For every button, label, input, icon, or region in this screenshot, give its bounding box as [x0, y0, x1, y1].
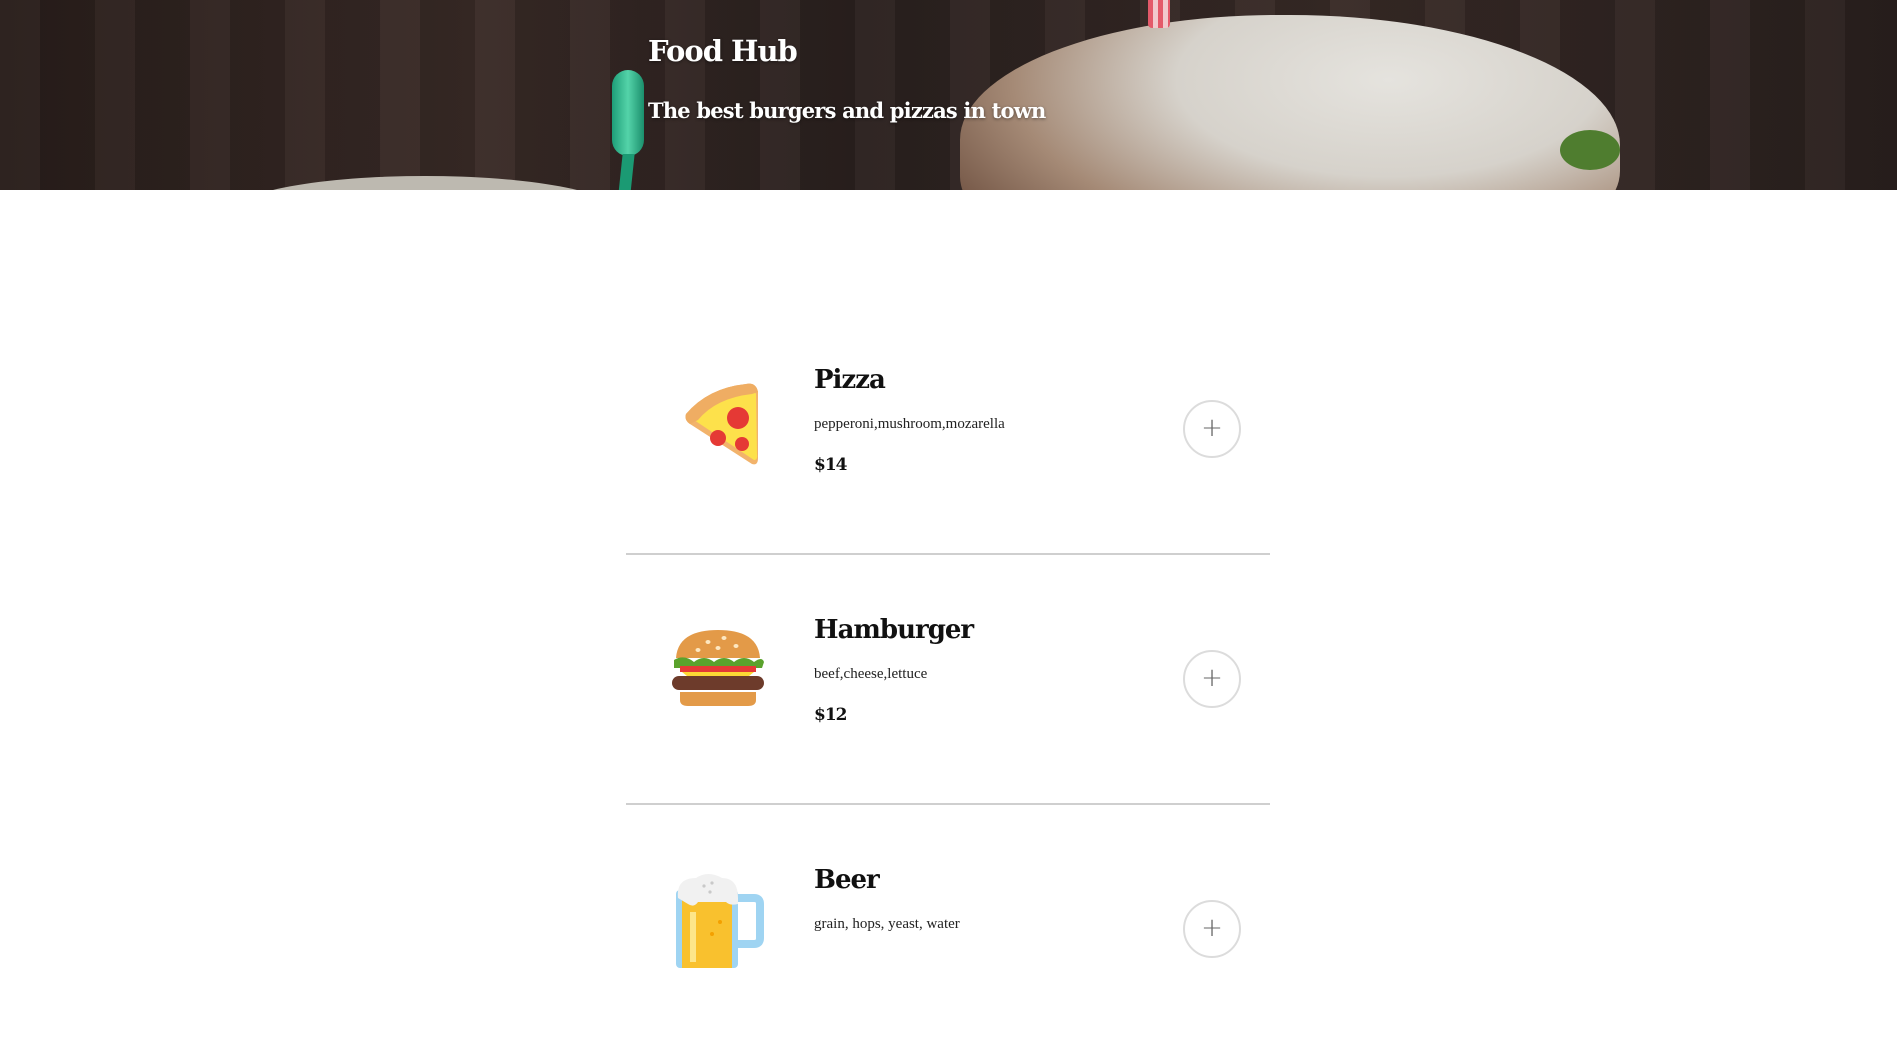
item-description: pepperoni,mushroom,mozarella [814, 416, 1005, 432]
hero-lettuce-image [1560, 130, 1620, 170]
menu-item-info: Beer grain, hops, yeast, water [814, 867, 960, 932]
pizza-icon [668, 368, 768, 468]
item-description: beef,cheese,lettuce [814, 666, 928, 682]
beer-icon [668, 868, 768, 968]
item-name: Beer [814, 865, 880, 895]
menu-item-beer: Beer grain, hops, yeast, water + [626, 805, 1270, 1055]
hero-text: Food Hub The best burgers and pizzas in … [648, 34, 1046, 123]
item-price: $12 [814, 705, 848, 725]
add-to-cart-button[interactable]: + [1183, 900, 1241, 958]
item-name: Hamburger [814, 615, 974, 645]
menu-item-hamburger: Hamburger beef,cheese,lettuce $12 + [626, 555, 1270, 805]
menu-item-pizza: Pizza pepperoni,mushroom,mozarella $14 + [626, 305, 1270, 555]
add-to-cart-button[interactable]: + [1183, 650, 1241, 708]
menu-list: Pizza pepperoni,mushroom,mozarella $14 + [626, 305, 1270, 1055]
plus-icon: + [1201, 913, 1223, 943]
menu-item-info: Hamburger beef,cheese,lettuce $12 [814, 615, 974, 725]
site-title: Food Hub [648, 34, 798, 68]
hero-straw-image [1148, 0, 1170, 28]
item-name: Pizza [814, 365, 886, 395]
item-description: grain, hops, yeast, water [814, 916, 960, 932]
menu-item-info: Pizza pepperoni,mushroom,mozarella $14 [814, 367, 1005, 474]
add-to-cart-button[interactable]: + [1183, 400, 1241, 458]
hero-pick-image [608, 70, 648, 190]
hamburger-icon [668, 618, 768, 718]
site-subtitle: The best burgers and pizzas in town [648, 98, 1046, 123]
hero-banner: Food Hub The best burgers and pizzas in … [0, 0, 1897, 190]
plus-icon: + [1201, 413, 1223, 443]
item-price: $14 [814, 455, 847, 475]
plus-icon: + [1201, 663, 1223, 693]
